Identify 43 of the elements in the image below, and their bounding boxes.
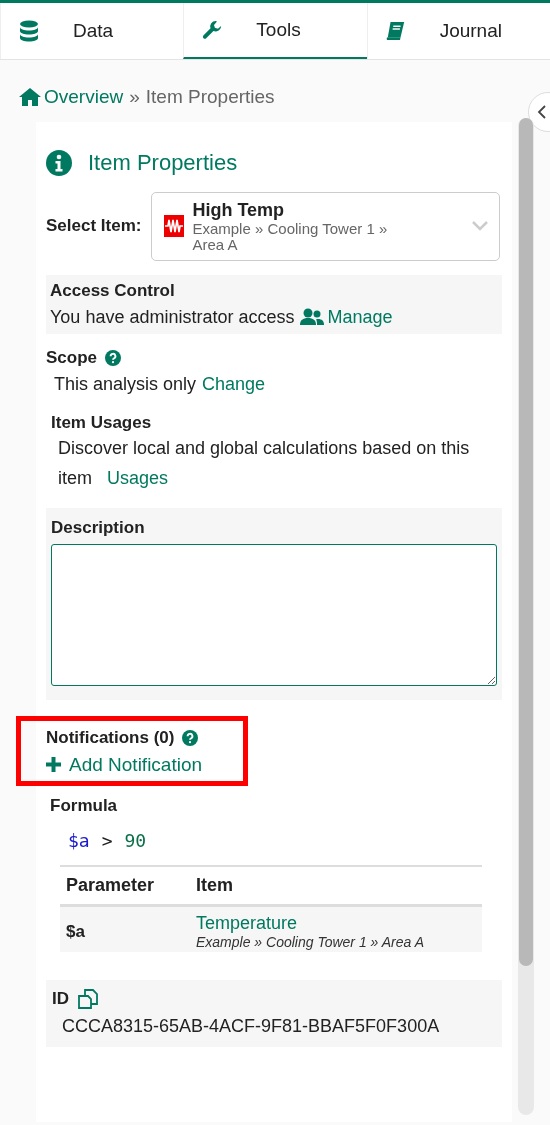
section-title: Notifications (0) bbox=[46, 727, 175, 748]
scrollbar[interactable] bbox=[518, 118, 534, 1115]
id-value: CCCA8315-65AB-4ACF-9F81-BBAF5F0F300A bbox=[62, 1016, 441, 1038]
wrench-icon bbox=[202, 19, 223, 41]
chevron-left-icon bbox=[537, 105, 547, 119]
item-path: Example » Cooling Tower 1 » Area A bbox=[196, 934, 425, 951]
breadcrumb-current: Item Properties bbox=[145, 86, 275, 108]
users-icon bbox=[300, 308, 325, 326]
home-icon bbox=[18, 87, 42, 107]
book-icon bbox=[385, 20, 406, 42]
copy-icon[interactable] bbox=[77, 988, 99, 1011]
item-link[interactable]: Temperature bbox=[196, 913, 298, 934]
signal-icon bbox=[164, 215, 185, 238]
description-field[interactable] bbox=[51, 543, 497, 686]
change-link[interactable]: Change bbox=[202, 373, 266, 395]
section-title: Description bbox=[51, 517, 146, 538]
database-icon bbox=[19, 20, 39, 42]
section-title: Access Control bbox=[50, 280, 176, 301]
usages-text: Discover local and global calculations based on this item Usages bbox=[57, 436, 471, 491]
panel-title: Item Properties bbox=[88, 150, 238, 176]
section-title: Formula bbox=[50, 796, 119, 817]
item-dropdown[interactable]: High Temp Example » Cooling Tower 1 » Area A bbox=[151, 192, 500, 261]
section-title: ID bbox=[52, 989, 69, 1010]
chevron-icon bbox=[471, 220, 489, 233]
help-icon[interactable] bbox=[182, 729, 199, 746]
section-title: Scope bbox=[46, 347, 98, 368]
tab[interactable]: Tools bbox=[183, 3, 367, 59]
formula-token: $a bbox=[68, 830, 90, 852]
breadcrumb-link[interactable]: Overview bbox=[18, 86, 124, 108]
access-text: You have administrator access bbox=[50, 306, 295, 328]
breadcrumb-separator: » bbox=[129, 86, 140, 108]
manage-link[interactable]: Manage bbox=[300, 306, 393, 328]
add-notification-link[interactable]: Add Notification bbox=[46, 753, 203, 776]
formula-token: 90 bbox=[124, 830, 147, 852]
info-icon bbox=[46, 150, 72, 176]
plus-icon bbox=[46, 757, 61, 773]
scope-text: This analysis only bbox=[54, 373, 197, 395]
help-icon[interactable] bbox=[105, 349, 122, 366]
usages-link[interactable]: Usages bbox=[107, 468, 169, 489]
table-cell: $a bbox=[66, 922, 85, 942]
section-title: Item Usages bbox=[50, 412, 153, 433]
formula-token: > bbox=[101, 830, 113, 852]
field-label: Select Item: bbox=[46, 216, 142, 237]
